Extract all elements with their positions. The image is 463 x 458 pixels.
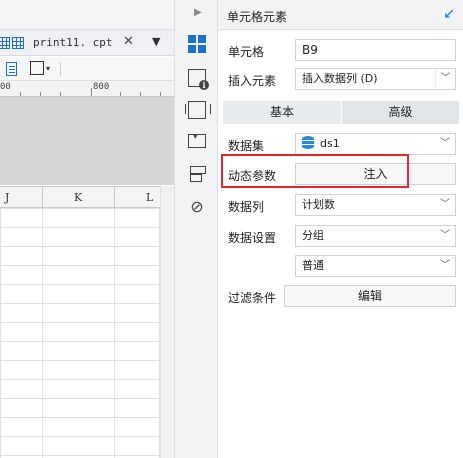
data-column-select[interactable]: 计划数 ﹀ bbox=[295, 194, 456, 216]
insert-element-label: 插入元素 bbox=[228, 74, 277, 88]
collapse-panel-icon[interactable]: ↙ bbox=[443, 6, 455, 22]
dataset-value: ds1 bbox=[320, 137, 340, 150]
tab-menu-icon[interactable]: ▼ bbox=[152, 35, 160, 48]
data-setting-sub-value: 普通 bbox=[302, 259, 324, 272]
property-category-strip: ▶ ⊘ bbox=[174, 0, 218, 458]
dataset-label: 数据集 bbox=[228, 139, 265, 153]
file-tab-label[interactable]: print11. cpt bbox=[33, 36, 112, 49]
designer-top-strip bbox=[0, 0, 174, 30]
insert-element-value: 插入数据列 (D) bbox=[302, 72, 378, 85]
edit-filter-button[interactable]: 编辑 bbox=[284, 285, 456, 307]
ruler-tick bbox=[160, 92, 161, 96]
column-divider[interactable] bbox=[42, 187, 43, 209]
page-margin-area bbox=[0, 97, 174, 185]
data-setting-label: 数据设置 bbox=[228, 231, 277, 245]
chevron-down-icon[interactable]: ﹀ bbox=[435, 195, 455, 215]
chevron-down-icon[interactable]: ﹀ bbox=[435, 69, 455, 89]
panel-title: 单元格元素 bbox=[227, 10, 288, 24]
ruler-tick bbox=[140, 92, 141, 96]
tab-advanced[interactable]: 高级 bbox=[341, 101, 459, 124]
report-designer-area: print11. cpt ✕ ▼ ▾ 00 800 J K L bbox=[0, 0, 174, 458]
style-icon[interactable] bbox=[185, 101, 211, 119]
cell-element-panel: 单元格元素 ↙ 单元格 B9 插入元素 插入数据列 (D) ﹀ 基本 高级 数据… bbox=[218, 0, 463, 458]
column-header-k[interactable]: K bbox=[74, 191, 82, 204]
highlight-box bbox=[221, 154, 409, 188]
cell-attribute-icon[interactable] bbox=[188, 69, 209, 90]
border-icon[interactable] bbox=[30, 61, 44, 75]
filter-label: 过滤条件 bbox=[228, 291, 277, 305]
widget-icon[interactable] bbox=[188, 132, 206, 148]
property-tabs: 基本 高级 bbox=[223, 101, 459, 124]
expand-arrow-icon[interactable]: ▶ bbox=[194, 7, 202, 18]
ruler-tick bbox=[60, 92, 61, 96]
cell-input[interactable]: B9 bbox=[295, 39, 456, 61]
ruler-tick bbox=[40, 92, 41, 96]
horizontal-ruler: 00 800 bbox=[0, 81, 174, 97]
data-setting-value: 分组 bbox=[302, 229, 324, 242]
chevron-down-icon[interactable]: ﹀ bbox=[435, 256, 455, 276]
chevron-down-icon[interactable]: ﹀ bbox=[435, 134, 455, 154]
spreadsheet-grid[interactable] bbox=[0, 208, 160, 458]
insert-element-select[interactable]: 插入数据列 (D) ﹀ bbox=[295, 68, 456, 90]
chevron-down-icon[interactable]: ▾ bbox=[46, 64, 50, 73]
ruler-tick bbox=[120, 92, 121, 96]
toolbar-divider bbox=[60, 62, 61, 76]
column-divider[interactable] bbox=[114, 187, 115, 209]
column-header-l[interactable]: L bbox=[146, 191, 153, 204]
tab-basic[interactable]: 基本 bbox=[223, 101, 341, 124]
condition-icon[interactable] bbox=[188, 166, 206, 182]
template-file-icon bbox=[12, 37, 24, 49]
ruler-label-left: 00 bbox=[0, 82, 11, 92]
database-icon bbox=[302, 136, 314, 149]
data-setting-select[interactable]: 分组 ﹀ bbox=[295, 225, 456, 247]
cell-element-icon[interactable] bbox=[188, 35, 206, 53]
format-toolbar: ▾ bbox=[0, 57, 174, 81]
dataset-select[interactable]: ds1 ﹀ bbox=[295, 133, 456, 155]
panel-header: 单元格元素 ↙ bbox=[218, 0, 463, 30]
align-icon[interactable] bbox=[6, 62, 17, 76]
grid-line bbox=[42, 208, 43, 458]
hyperlink-icon[interactable]: ⊘ bbox=[188, 198, 206, 216]
ruler-tick bbox=[91, 88, 92, 96]
data-column-value: 计划数 bbox=[302, 198, 335, 211]
column-header-bar: J K L bbox=[0, 186, 160, 209]
data-setting-sub-select[interactable]: 普通 ﹀ bbox=[295, 255, 456, 277]
chevron-down-icon[interactable]: ﹀ bbox=[435, 226, 455, 246]
ruler-label-800: 800 bbox=[93, 82, 110, 92]
close-icon[interactable]: ✕ bbox=[123, 34, 134, 49]
ruler-tick bbox=[20, 92, 21, 96]
file-tab-bar: print11. cpt ✕ ▼ bbox=[0, 30, 174, 56]
data-column-label: 数据列 bbox=[228, 200, 265, 214]
template-tab-prev-icon[interactable] bbox=[0, 37, 10, 49]
vertical-scrollbar[interactable] bbox=[160, 186, 174, 458]
cell-label: 单元格 bbox=[228, 45, 265, 59]
grid-line bbox=[114, 208, 115, 458]
column-header-j[interactable]: J bbox=[5, 191, 9, 204]
